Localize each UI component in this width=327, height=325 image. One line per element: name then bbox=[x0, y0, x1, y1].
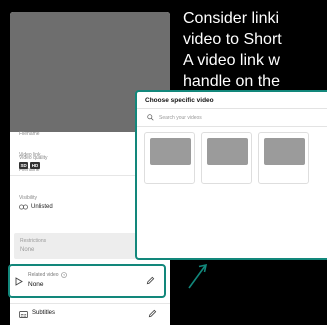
sd-badge: SD bbox=[19, 162, 29, 169]
choose-video-dialog: Choose specific video bbox=[135, 90, 327, 260]
link-icon bbox=[19, 204, 28, 210]
restrictions-label: Restrictions bbox=[20, 238, 47, 244]
caption-line-1: Consider linki bbox=[183, 10, 280, 27]
dialog-header-divider bbox=[137, 108, 327, 109]
help-icon[interactable]: ? bbox=[60, 272, 67, 278]
related-video-value: None bbox=[28, 281, 44, 288]
pointer-arrow bbox=[188, 263, 208, 289]
visibility-value-text: Unlisted bbox=[31, 204, 53, 210]
caption-line-2: video to Short bbox=[183, 31, 282, 48]
quality-badges: SD HD bbox=[19, 162, 40, 169]
video-card[interactable] bbox=[258, 132, 309, 184]
edit-pencil-icon[interactable] bbox=[146, 276, 155, 285]
video-quality-label-row: Video quality bbox=[19, 155, 48, 161]
filename-label-row: Filename bbox=[19, 131, 40, 137]
caption-line-3: A video link w bbox=[183, 52, 280, 69]
video-card[interactable] bbox=[144, 132, 195, 184]
related-video-field[interactable]: Related video ? None bbox=[8, 264, 166, 298]
search-videos-input[interactable] bbox=[159, 113, 309, 122]
video-card-thumbnail bbox=[207, 138, 248, 165]
caption-text: Consider linki video to Short A video li… bbox=[183, 8, 327, 92]
video-cards bbox=[144, 132, 309, 184]
video-card[interactable] bbox=[201, 132, 252, 184]
restrictions-value: None bbox=[20, 247, 35, 253]
caption-line-4: handle on the bbox=[183, 73, 280, 90]
hd-badge: HD bbox=[30, 162, 40, 169]
subtitles-icon bbox=[19, 311, 28, 318]
subtitles-row[interactable]: Subtitles bbox=[10, 303, 170, 325]
related-video-label: Related video bbox=[28, 272, 59, 278]
dialog-title: Choose specific video bbox=[145, 97, 214, 104]
svg-text:?: ? bbox=[63, 273, 65, 277]
video-card-thumbnail bbox=[264, 138, 305, 165]
subtitles-edit-pencil-icon[interactable] bbox=[148, 309, 157, 318]
visibility-value[interactable]: Unlisted bbox=[19, 204, 53, 210]
stage: Video link Filename Filename Video quali… bbox=[0, 0, 327, 325]
search-divider bbox=[137, 126, 327, 127]
video-card-thumbnail bbox=[150, 138, 191, 165]
subtitles-label: Subtitles bbox=[32, 310, 56, 316]
play-icon bbox=[15, 277, 23, 286]
visibility-label: Visibility bbox=[19, 195, 37, 201]
search-icon bbox=[147, 114, 154, 121]
related-video-label-row: Related video ? bbox=[28, 272, 67, 278]
